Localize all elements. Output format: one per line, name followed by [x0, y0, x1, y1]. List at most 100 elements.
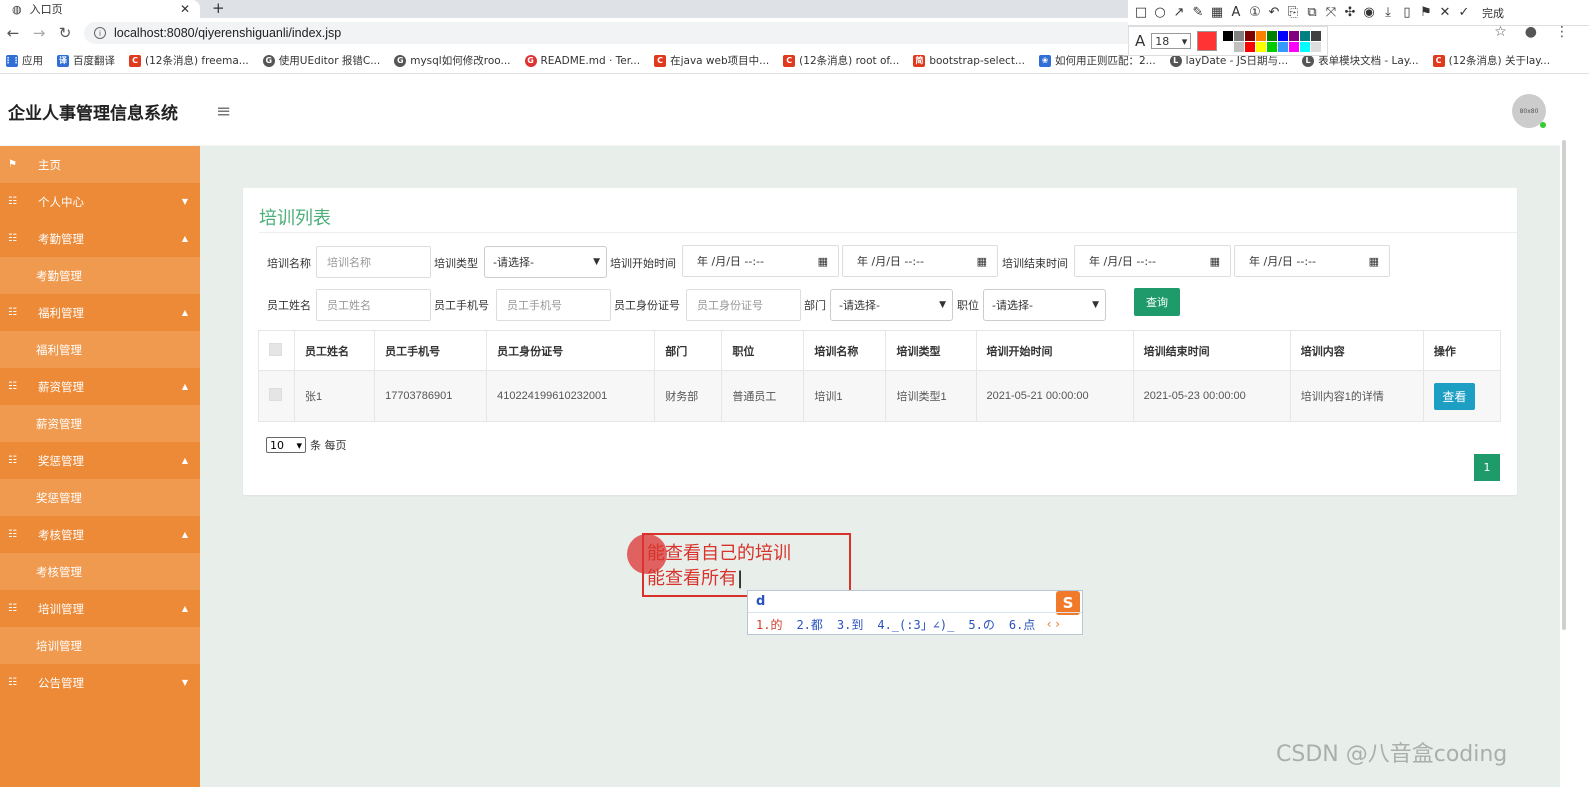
menu-dots-icon[interactable]: ⋮ [1555, 24, 1569, 40]
palette-swatch[interactable] [1234, 41, 1245, 52]
sidebar-item[interactable]: ☷ 个人中心 ▼ [0, 183, 200, 220]
select-all-checkbox[interactable] [269, 342, 282, 356]
tab-close-icon[interactable]: ✕ [180, 2, 190, 16]
train-name-input[interactable]: 培训名称 [316, 246, 431, 278]
calendar-icon[interactable]: ▦ [1210, 255, 1220, 268]
ime-candidate[interactable]: 4._(:3」∠)_ [877, 616, 954, 633]
snap-done-button[interactable]: 完成 [1482, 5, 1504, 21]
palette-swatch[interactable] [1311, 41, 1322, 52]
palette-swatch[interactable] [1223, 30, 1234, 41]
emp-id-input[interactable]: 员工身份证号 [686, 289, 801, 321]
palette-swatch[interactable] [1289, 30, 1300, 41]
sidebar-subitem[interactable]: 奖惩管理 [0, 479, 200, 516]
bookmark-item[interactable]: G README.md · Ter... [524, 54, 640, 67]
sidebar-item[interactable]: ☷ 考勤管理 ▲ [0, 220, 200, 257]
calendar-icon[interactable]: ▦ [977, 255, 987, 268]
dept-select[interactable]: -请选择- ▼ [830, 289, 953, 321]
sidebar-item[interactable]: ☷ 薪资管理 ▲ [0, 368, 200, 405]
snap-tool-icon[interactable]: A [1229, 5, 1243, 20]
bookmark-item[interactable]: G 使用UEditor 报错C... [262, 53, 380, 68]
palette-swatch[interactable] [1278, 41, 1289, 52]
star-icon[interactable]: ☆ [1494, 24, 1507, 40]
page-button-1[interactable]: 1 [1474, 454, 1500, 481]
snap-tool-icon[interactable]: ○ [1153, 5, 1167, 20]
bookmark-item[interactable]: C 在java web项目中... [654, 53, 769, 68]
font-size-select[interactable]: 18 ▾ [1151, 33, 1192, 49]
bookmark-item[interactable]: C (12条消息) 关于lay... [1432, 53, 1550, 68]
browser-tab[interactable]: ◍ 入口页 ✕ [0, 0, 200, 18]
snap-tool-icon[interactable]: ⎘ [1286, 5, 1300, 20]
start-time-to-input[interactable]: 年 /月/日 --:-- ▦ [842, 245, 998, 277]
snap-tool-icon[interactable]: ↶ [1267, 5, 1281, 20]
palette-swatch[interactable] [1223, 41, 1234, 52]
bookmark-item[interactable]: Gmysql如何修改roo... [394, 53, 511, 68]
snap-tool-icon[interactable]: ⤓ [1381, 5, 1395, 20]
palette-swatch[interactable] [1245, 41, 1256, 52]
page-size-select[interactable]: 10 ▾ [266, 437, 306, 453]
snap-tool-icon[interactable]: ↗ [1172, 5, 1186, 20]
sidebar-item[interactable]: ⚑ 主页 [0, 146, 200, 183]
end-time-from-input[interactable]: 年 /月/日 --:-- ▦ [1074, 245, 1231, 277]
bookmark-item[interactable]: 译百度翻译 [57, 53, 115, 68]
query-button[interactable]: 查询 [1134, 288, 1180, 316]
ime-candidate[interactable]: 6.点 [1009, 616, 1035, 633]
profile-icon[interactable]: ● [1525, 24, 1537, 40]
palette-swatch[interactable] [1278, 30, 1289, 41]
snap-tool-icon[interactable]: ✓ [1457, 5, 1471, 20]
back-icon[interactable]: ← [0, 24, 26, 42]
emp-phone-input[interactable]: 员工手机号 [496, 289, 611, 321]
sidebar-item[interactable]: ☷ 福利管理 ▲ [0, 294, 200, 331]
sidebar-subitem[interactable]: 培训管理 [0, 627, 200, 664]
bookmark-item[interactable]: C (12条消息) freema... [129, 53, 249, 68]
info-icon[interactable]: i [94, 27, 106, 39]
ime-candidate[interactable]: 2.都 [796, 616, 822, 633]
sidebar-subitem[interactable]: 福利管理 [0, 331, 200, 368]
view-button[interactable]: 查看 [1433, 382, 1475, 410]
reload-icon[interactable]: ↻ [52, 24, 78, 42]
sidebar-subitem[interactable]: 考核管理 [0, 553, 200, 590]
snap-tool-icon[interactable]: □ [1134, 5, 1148, 20]
ime-candidate[interactable]: 1.的 [756, 616, 782, 633]
palette-swatch[interactable] [1256, 30, 1267, 41]
sidebar-subitem[interactable]: 薪资管理 [0, 405, 200, 442]
row-checkbox[interactable] [269, 388, 282, 401]
snap-tool-icon[interactable]: ⤧ [1324, 5, 1338, 20]
page-scrollbar-thumb[interactable] [1562, 140, 1566, 630]
hamburger-menu-icon[interactable]: ≡ [216, 101, 231, 122]
calendar-icon[interactable]: ▦ [818, 255, 828, 268]
snap-tool-icon[interactable]: ✕ [1438, 5, 1452, 20]
palette-swatch[interactable] [1311, 30, 1322, 41]
bookmark-item[interactable]: 简 bootstrap-select... [913, 54, 1025, 67]
snap-tool-icon[interactable]: ⧉ [1305, 5, 1319, 20]
new-tab-button[interactable]: + [212, 0, 225, 16]
snap-tool-icon[interactable]: ✣ [1343, 5, 1357, 20]
end-time-to-input[interactable]: 年 /月/日 --:-- ▦ [1234, 245, 1390, 277]
palette-swatch[interactable] [1289, 41, 1300, 52]
forward-icon[interactable]: → [26, 24, 52, 42]
emp-name-input[interactable]: 员工姓名 [316, 289, 431, 321]
sidebar-subitem[interactable]: 考勤管理 [0, 257, 200, 294]
sidebar-item[interactable]: ☷ 公告管理 ▼ [0, 664, 200, 701]
position-select[interactable]: -请选择- ▼ [983, 289, 1106, 321]
ime-page-arrows-icon[interactable]: ‹ › [1047, 617, 1060, 631]
palette-swatch[interactable] [1300, 41, 1311, 52]
snap-tool-icon[interactable]: ▦ [1210, 5, 1224, 20]
ime-candidate[interactable]: 5.の [968, 616, 994, 633]
ime-candidate[interactable]: 3.到 [837, 616, 863, 633]
palette-swatch[interactable] [1234, 30, 1245, 41]
annotation-text[interactable]: 能查看自己的培训 能查看所有| [647, 541, 791, 591]
train-type-select[interactable]: -请选择- ▼ [484, 246, 607, 278]
palette-swatch[interactable] [1267, 30, 1278, 41]
snap-tool-icon[interactable]: ✎ [1191, 5, 1205, 20]
palette-swatch[interactable] [1245, 30, 1256, 41]
bookmark-item[interactable]: ⋮⋮ 应用 [4, 53, 43, 68]
snap-tool-icon[interactable]: ◉ [1362, 5, 1376, 20]
sidebar-item[interactable]: ☷ 培训管理 ▲ [0, 590, 200, 627]
start-time-from-input[interactable]: 年 /月/日 --:-- ▦ [682, 245, 839, 277]
url-field[interactable]: i localhost:8080/qiyerenshiguanli/index.… [84, 22, 1144, 44]
current-color-swatch[interactable] [1197, 31, 1218, 51]
palette-swatch[interactable] [1300, 30, 1311, 41]
snap-tool-icon[interactable]: ① [1248, 5, 1262, 20]
sidebar-item[interactable]: ☷ 奖惩管理 ▲ [0, 442, 200, 479]
sidebar-item[interactable]: ☷ 考核管理 ▲ [0, 516, 200, 553]
